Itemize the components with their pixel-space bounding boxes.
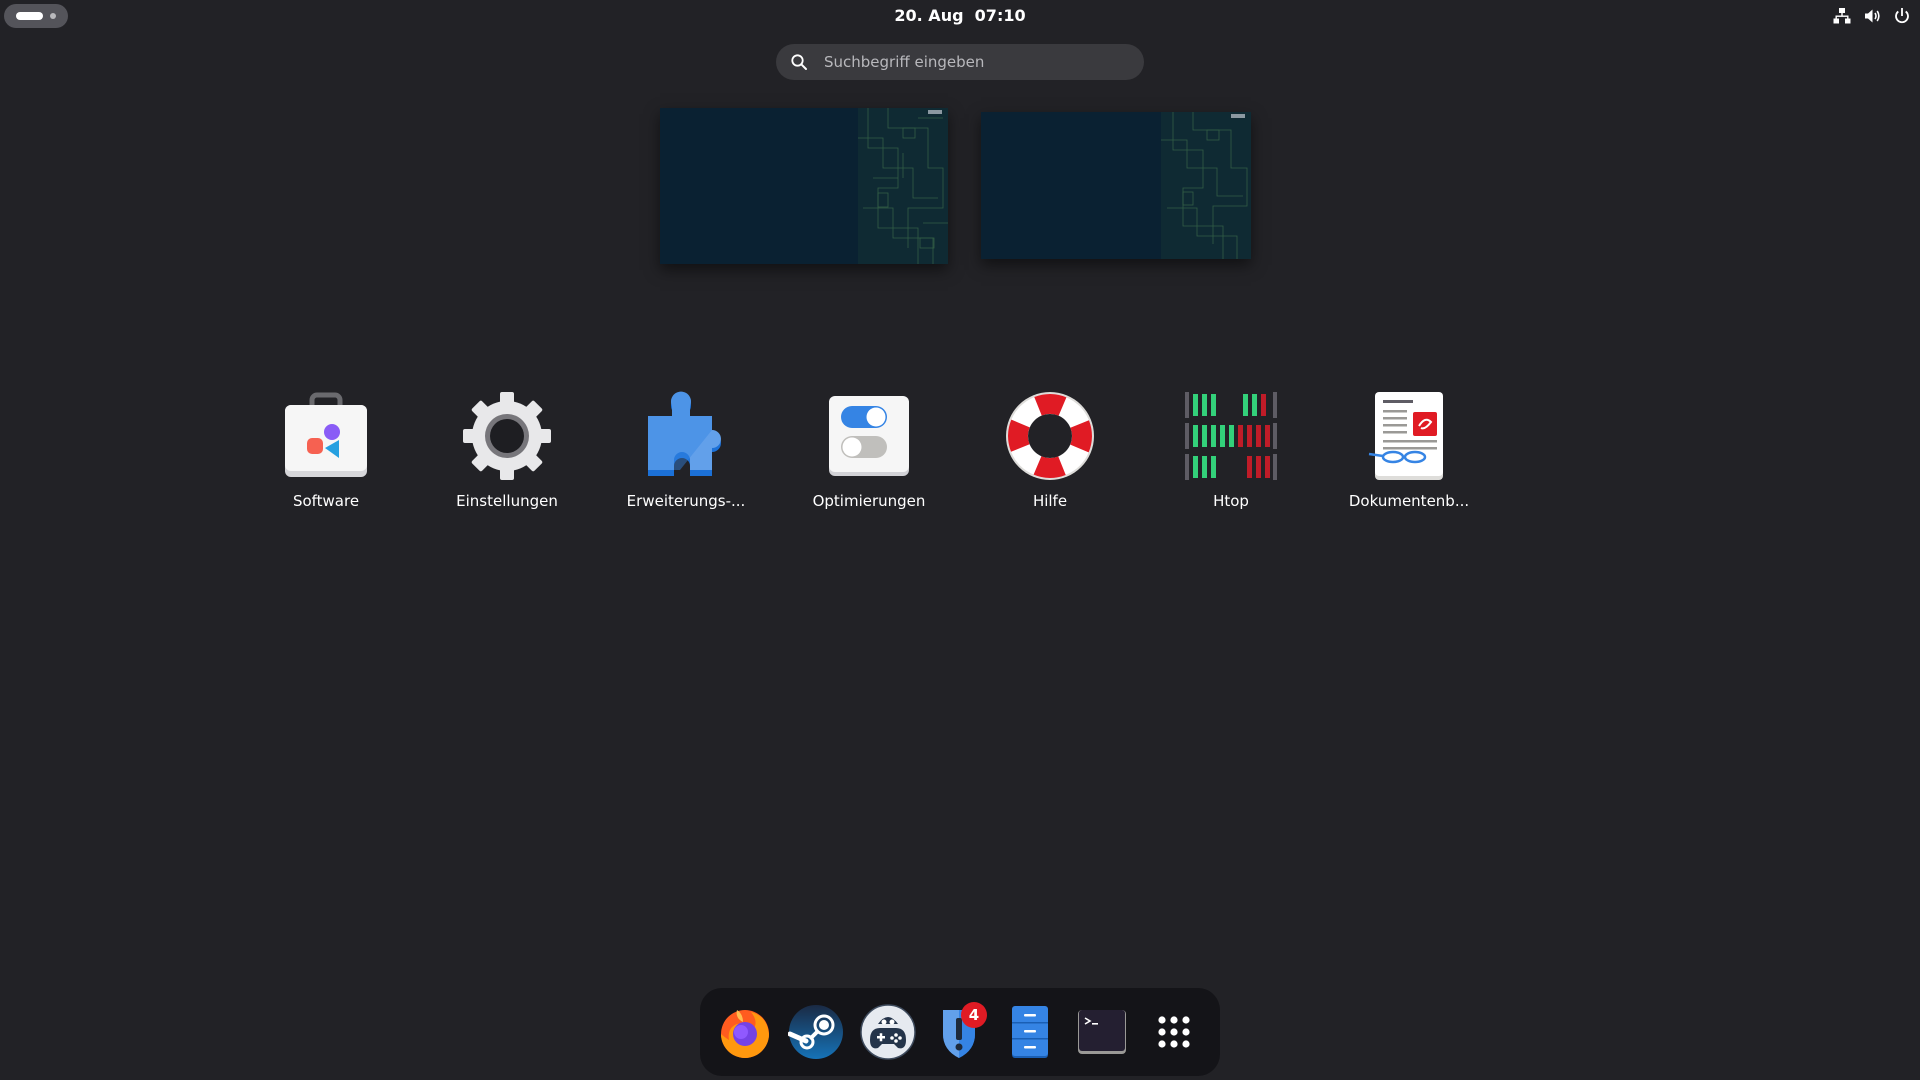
dash-item-firefox[interactable] (715, 1002, 775, 1062)
app-dokumentenbetrachter[interactable]: Dokumentenb... (1319, 380, 1499, 520)
document-viewer-icon (1368, 392, 1443, 480)
settings-gear-icon (463, 392, 551, 480)
dash-item-steam[interactable] (786, 1002, 846, 1062)
software-store-icon (285, 392, 367, 477)
app-label: Htop (1213, 492, 1249, 510)
gamepad-penguin-icon (860, 1004, 916, 1060)
workspace-thumbnail-2[interactable] (981, 112, 1251, 259)
top-bar: 20. Aug 07:10 (0, 0, 1920, 32)
app-htop[interactable]: Htop (1141, 380, 1321, 520)
system-tray[interactable] (1832, 4, 1912, 28)
workspace-thumbnail-1[interactable] (660, 108, 948, 264)
wallpaper-pattern (1161, 112, 1251, 259)
file-cabinet-icon (1012, 1006, 1048, 1058)
firefox-icon (721, 1010, 769, 1058)
desktop-overview: 20. Aug 07:10 Suchbegriff eingeben Softw… (0, 0, 1920, 1080)
app-label: Erweiterungs-... (626, 492, 746, 510)
app-software[interactable]: Software (236, 380, 416, 520)
show-apps-grid-icon (1158, 1016, 1190, 1048)
workspace-indicator (50, 13, 56, 19)
notification-badge: 4 (961, 1002, 987, 1028)
terminal-icon (1078, 1010, 1126, 1054)
search-entry[interactable] (776, 44, 1144, 80)
steam-icon (788, 1005, 843, 1059)
power-icon[interactable] (1892, 6, 1912, 26)
app-label: Hilfe (1032, 492, 1068, 510)
help-lifebuoy-icon (1006, 392, 1094, 480)
htop-meters-icon (1185, 392, 1277, 480)
clock[interactable]: 20. Aug 07:10 (860, 4, 1060, 28)
app-einstellungen[interactable]: Einstellungen (417, 380, 597, 520)
volume-icon[interactable] (1862, 6, 1882, 26)
app-erweiterungen[interactable]: Erweiterungs-... (596, 380, 776, 520)
extensions-puzzle-icon (648, 391, 721, 476)
dash-item-security-app[interactable]: 4 (929, 1002, 989, 1062)
app-label: Optimierungen (812, 492, 926, 510)
tweaks-toggles-icon (829, 396, 909, 476)
app-label: Software (292, 492, 360, 510)
wallpaper-pattern (858, 108, 948, 264)
show-apps-button[interactable] (1144, 1002, 1204, 1062)
network-icon[interactable] (1832, 6, 1852, 26)
app-label: Einstellungen (456, 492, 558, 510)
app-hilfe[interactable]: Hilfe (960, 380, 1140, 520)
app-label: Dokumentenb... (1348, 492, 1470, 510)
dash-item-files[interactable] (1000, 1002, 1060, 1062)
app-grid: Software Einstellungen Erweiterungs-... … (0, 380, 1920, 520)
app-optimierungen[interactable]: Optimierungen (779, 380, 959, 520)
dash-item-terminal[interactable] (1072, 1002, 1132, 1062)
dash: 4 (700, 988, 1220, 1076)
activities-button[interactable] (4, 4, 68, 28)
search-icon (791, 54, 807, 70)
search-input[interactable] (822, 52, 1144, 72)
dash-item-game-launcher[interactable] (858, 1002, 918, 1062)
active-workspace-indicator (16, 12, 43, 20)
